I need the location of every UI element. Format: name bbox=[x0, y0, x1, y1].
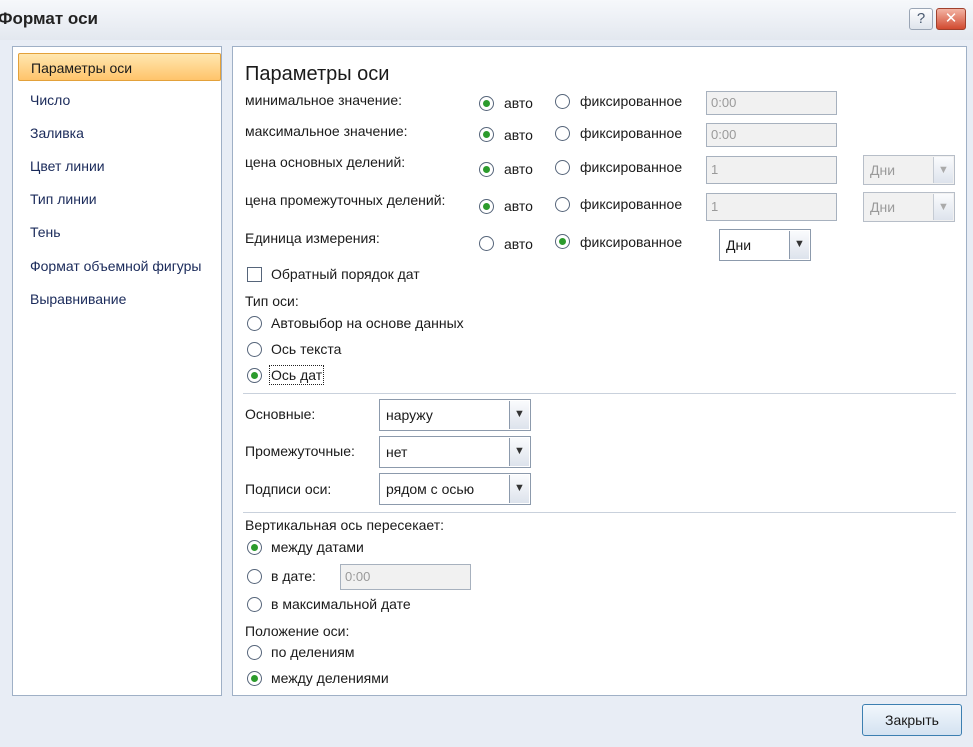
major-unit-dropdown[interactable]: Дни ▼ bbox=[863, 155, 955, 185]
chevron-down-icon: ▼ bbox=[509, 401, 529, 429]
axis-type-text-radio[interactable] bbox=[247, 342, 262, 357]
major-tick-label: Основные: bbox=[245, 406, 316, 422]
minor-unit-value-field[interactable]: 1 bbox=[706, 193, 837, 221]
crosses-at-date-field[interactable]: 0:00 bbox=[340, 564, 471, 590]
maximum-auto-radio[interactable] bbox=[479, 127, 494, 142]
panel-heading: Параметры оси bbox=[245, 63, 390, 85]
crosses-at-max-date-radio[interactable] bbox=[247, 597, 262, 612]
base-unit-label: Единица измерения: bbox=[245, 230, 380, 246]
format-axis-dialog: Формат оси ? ✕ Параметры оси Число Залив… bbox=[0, 0, 973, 747]
base-unit-dropdown[interactable]: Дни ▼ bbox=[719, 229, 811, 261]
crosses-at-date-label: в дате: bbox=[271, 568, 316, 584]
maximum-value-field[interactable]: 0:00 bbox=[706, 123, 837, 147]
crosses-at-max-date-label: в максимальной дате bbox=[271, 596, 411, 612]
base-unit-fixed-label: фиксированное bbox=[580, 234, 683, 250]
minor-tick-label: Промежуточные: bbox=[245, 443, 355, 459]
axis-type-text-label: Ось текста bbox=[271, 341, 342, 357]
close-window-button[interactable]: ✕ bbox=[936, 8, 966, 30]
base-unit-fixed-radio[interactable] bbox=[555, 234, 570, 249]
major-tick-dropdown-value: наружу bbox=[386, 407, 433, 423]
minor-unit-dropdown-value: Дни bbox=[870, 199, 896, 215]
nav-item-axis-options[interactable]: Параметры оси bbox=[18, 53, 221, 81]
axis-position-label: Положение оси: bbox=[245, 623, 350, 639]
axis-labels-dropdown-value: рядом с осью bbox=[386, 481, 475, 497]
divider bbox=[243, 393, 956, 394]
chevron-down-icon: ▼ bbox=[933, 157, 953, 183]
nav-item-line-color[interactable]: Цвет линии bbox=[18, 152, 221, 180]
between-tick-marks-radio[interactable] bbox=[247, 671, 262, 686]
chevron-down-icon: ▼ bbox=[933, 194, 953, 220]
maximum-fixed-label: фиксированное bbox=[580, 125, 683, 141]
axis-type-label: Тип оси: bbox=[245, 293, 299, 309]
minimum-fixed-label: фиксированное bbox=[580, 93, 683, 109]
axis-labels-dropdown[interactable]: рядом с осью ▼ bbox=[379, 473, 531, 505]
maximum-label: максимальное значение: bbox=[245, 123, 408, 139]
axis-options-panel: Параметры оси минимальное значение: авто… bbox=[232, 46, 967, 696]
major-unit-auto-label: авто bbox=[504, 161, 533, 177]
minimum-value-field[interactable]: 0:00 bbox=[706, 91, 837, 115]
axis-labels-label: Подписи оси: bbox=[245, 481, 332, 497]
title-bar: Формат оси ? ✕ bbox=[0, 0, 973, 40]
major-unit-label: цена основных делений: bbox=[245, 154, 406, 170]
nav-item-alignment[interactable]: Выравнивание bbox=[18, 285, 221, 313]
major-unit-fixed-label: фиксированное bbox=[580, 159, 683, 175]
dialog-title: Формат оси bbox=[0, 9, 98, 28]
reverse-dates-checkbox[interactable] bbox=[247, 267, 262, 282]
axis-type-date-label: Ось дат bbox=[268, 365, 325, 385]
divider bbox=[243, 512, 956, 513]
minor-unit-fixed-radio[interactable] bbox=[555, 197, 570, 212]
crosses-between-dates-radio[interactable] bbox=[247, 540, 262, 555]
vertical-crosses-label: Вертикальная ось пересекает: bbox=[245, 517, 445, 533]
nav-item-line-style[interactable]: Тип линии bbox=[18, 185, 221, 213]
axis-type-date-radio[interactable] bbox=[247, 368, 262, 383]
base-unit-dropdown-value: Дни bbox=[726, 237, 752, 253]
minor-tick-dropdown-value: нет bbox=[386, 444, 408, 460]
minor-tick-dropdown[interactable]: нет ▼ bbox=[379, 436, 531, 468]
maximum-fixed-radio[interactable] bbox=[555, 126, 570, 141]
nav-item-shadow[interactable]: Тень bbox=[18, 218, 221, 246]
major-unit-value-field[interactable]: 1 bbox=[706, 156, 837, 184]
nav-item-3d-format[interactable]: Формат объемной фигуры bbox=[18, 252, 221, 280]
between-tick-marks-label: между делениями bbox=[271, 670, 389, 686]
major-unit-fixed-radio[interactable] bbox=[555, 160, 570, 175]
minor-unit-auto-radio[interactable] bbox=[479, 199, 494, 214]
major-unit-auto-radio[interactable] bbox=[479, 162, 494, 177]
maximum-auto-label: авто bbox=[504, 127, 533, 143]
major-tick-dropdown[interactable]: наружу ▼ bbox=[379, 399, 531, 431]
axis-type-auto-radio[interactable] bbox=[247, 316, 262, 331]
minor-unit-auto-label: авто bbox=[504, 198, 533, 214]
chevron-down-icon: ▼ bbox=[789, 231, 809, 259]
close-button[interactable]: Закрыть bbox=[862, 704, 962, 736]
chevron-down-icon: ▼ bbox=[509, 438, 529, 466]
minimum-fixed-radio[interactable] bbox=[555, 94, 570, 109]
chevron-down-icon: ▼ bbox=[509, 475, 529, 503]
minor-unit-fixed-label: фиксированное bbox=[580, 196, 683, 212]
reverse-dates-label: Обратный порядок дат bbox=[271, 266, 420, 282]
base-unit-auto-radio[interactable] bbox=[479, 236, 494, 251]
category-list: Параметры оси Число Заливка Цвет линии Т… bbox=[12, 46, 222, 696]
minor-unit-dropdown[interactable]: Дни ▼ bbox=[863, 192, 955, 222]
base-unit-auto-label: авто bbox=[504, 236, 533, 252]
nav-item-fill[interactable]: Заливка bbox=[18, 119, 221, 147]
help-button[interactable]: ? bbox=[909, 8, 933, 30]
minimum-label: минимальное значение: bbox=[245, 92, 403, 108]
minimum-auto-label: авто bbox=[504, 95, 533, 111]
crosses-at-date-radio[interactable] bbox=[247, 569, 262, 584]
on-tick-marks-label: по делениям bbox=[271, 644, 355, 660]
major-unit-dropdown-value: Дни bbox=[870, 162, 896, 178]
nav-item-number[interactable]: Число bbox=[18, 86, 221, 114]
crosses-between-dates-label: между датами bbox=[271, 539, 364, 555]
on-tick-marks-radio[interactable] bbox=[247, 645, 262, 660]
axis-type-auto-label: Автовыбор на основе данных bbox=[271, 315, 464, 331]
minimum-auto-radio[interactable] bbox=[479, 96, 494, 111]
minor-unit-label: цена промежуточных делений: bbox=[245, 192, 446, 208]
